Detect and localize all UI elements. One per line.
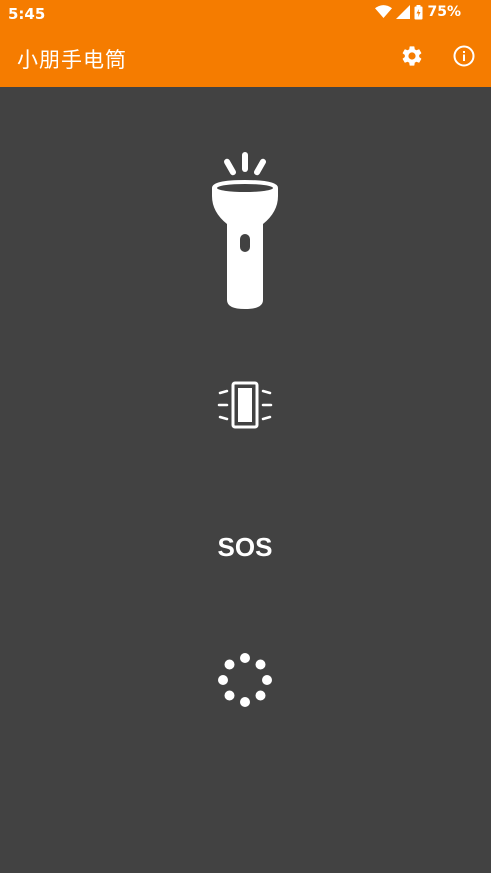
status-time: 5:45 [8,5,46,23]
strobe-button[interactable] [210,647,280,717]
info-button[interactable] [449,43,479,73]
sos-button[interactable]: SOS [200,522,290,572]
app-bar: 小朋手电筒 [0,28,491,87]
main-panel: SOS [0,87,491,873]
flashlight-button[interactable] [195,145,295,315]
loading-dots-icon [217,652,273,712]
app-title: 小朋手电筒 [17,48,127,72]
status-bar: 5:45 75% [0,0,491,28]
battery-icon [414,4,423,20]
settings-button[interactable] [397,43,427,73]
gear-icon [400,44,424,72]
status-icons: 75% [375,4,461,20]
vibrate-icon [217,381,273,433]
vibrate-button[interactable] [210,377,280,437]
info-icon [452,44,476,72]
signal-icon [396,5,411,19]
battery-percent: 75% [427,4,461,20]
flashlight-icon [205,146,285,315]
wifi-icon [375,5,393,19]
